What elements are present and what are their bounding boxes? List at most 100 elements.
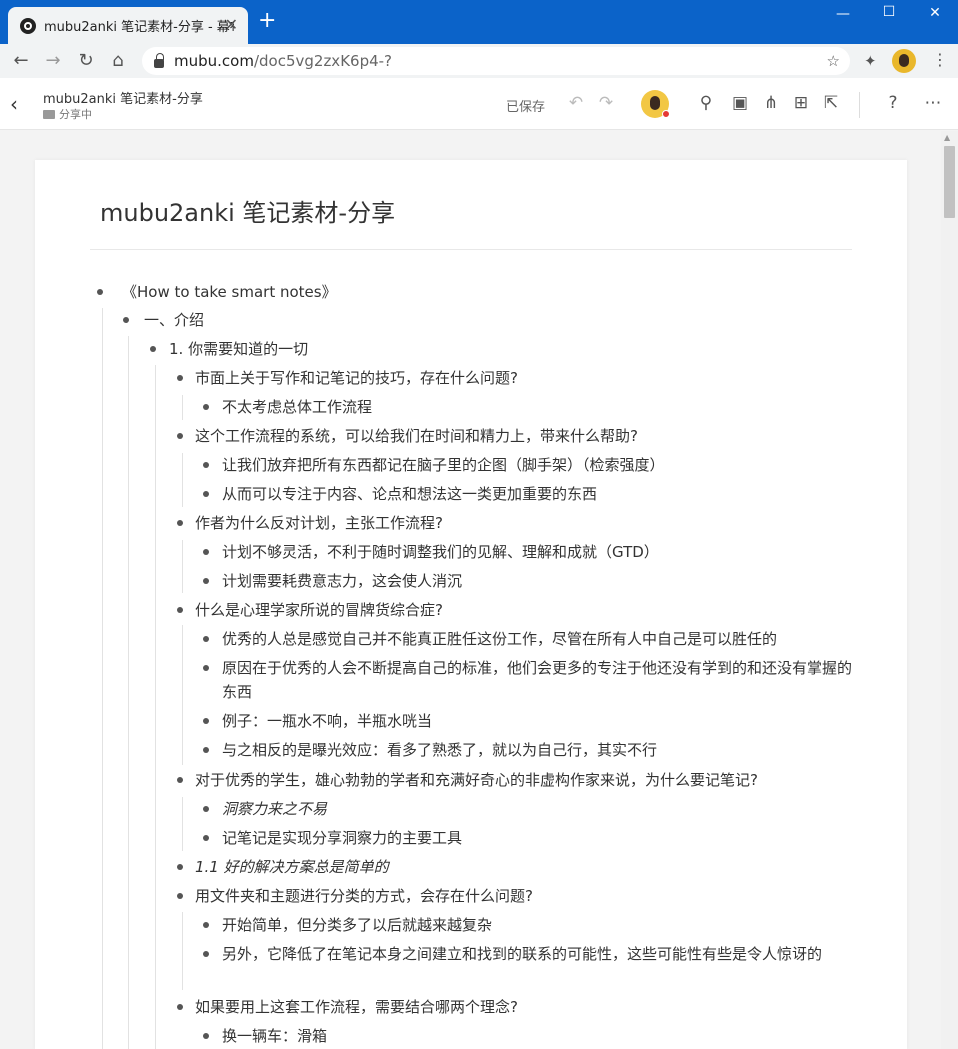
list-item-text: 换一辆车：滑箱: [222, 1027, 328, 1045]
bullet[interactable]: [203, 951, 209, 957]
doc-title: mubu2anki 笔记素材-分享: [43, 92, 203, 107]
bullet[interactable]: [203, 747, 209, 753]
minimize-icon[interactable]: —: [828, 6, 858, 22]
bullet[interactable]: [203, 922, 209, 928]
bullet[interactable]: [177, 607, 183, 613]
app-header: ‹ mubu2anki 笔记素材-分享 分享中 已保存 ↶ ↷ ⚲ ▣ ⋔ ⊞ …: [0, 78, 958, 130]
bullet[interactable]: [203, 462, 209, 468]
list-item[interactable]: 记笔记是实现分享洞察力的主要工具: [222, 826, 462, 850]
bullet[interactable]: [203, 404, 209, 410]
bullet[interactable]: [203, 835, 209, 841]
list-item[interactable]: 优秀的人总是感觉自己并不能真正胜任这份工作，尽管在所有人中自己是可以胜任的: [222, 627, 777, 651]
list-item-text: 记笔记是实现分享洞察力的主要工具: [222, 829, 463, 847]
list-item[interactable]: 另外，它降低了在笔记本身之间建立和找到的联系的可能性，这些可能性有些是令人惊讶的: [222, 942, 862, 966]
avatar[interactable]: [641, 90, 670, 118]
search-icon[interactable]: ⚲: [695, 93, 717, 113]
list-item-text: 不太考虑总体工作流程: [222, 398, 373, 416]
avatar[interactable]: [892, 49, 916, 73]
scrollbar-thumb[interactable]: [944, 146, 955, 218]
list-item-text: 例子：一瓶水不响，半瓶水咣当: [222, 712, 433, 730]
bullet[interactable]: [203, 718, 209, 724]
window-close-icon[interactable]: ✕: [920, 5, 950, 21]
list-item[interactable]: 换一辆车：滑箱: [222, 1024, 327, 1048]
list-item[interactable]: 例子：一瓶水不响，半瓶水咣当: [222, 709, 432, 733]
bullet[interactable]: [177, 777, 183, 783]
list-item[interactable]: 原因在于优秀的人会不断提高自己的标准，他们会更多的专注于他还没有学到的和还没有掌…: [222, 656, 862, 704]
scrollbar[interactable]: [941, 131, 958, 1049]
list-item[interactable]: 如果要用上这套工作流程，需要结合哪两个理念?: [195, 995, 518, 1019]
list-item[interactable]: 不太考虑总体工作流程: [222, 395, 372, 419]
list-item[interactable]: 市面上关于写作和记笔记的技巧，存在什么问题?: [195, 366, 518, 390]
menu-dots-icon[interactable]: ⋮: [932, 50, 948, 69]
list-item[interactable]: 1. 你需要知道的一切: [169, 337, 308, 361]
bullet[interactable]: [203, 665, 209, 671]
bullet[interactable]: [203, 806, 209, 812]
scroll-up-icon[interactable]: ▲: [944, 133, 950, 142]
list-item[interactable]: 计划不够灵活，不利于随时调整我们的见解、理解和成就（GTD）: [222, 540, 659, 564]
list-item-text: 对于优秀的学生，雄心勃勃的学者和充满好奇心的非虚构作家来说，为什么要记笔记?: [195, 771, 758, 789]
bullet[interactable]: [177, 375, 183, 381]
list-item-text: 如果要用上这套工作流程，需要结合哪两个理念?: [195, 998, 518, 1016]
forward-arrow-icon[interactable]: →: [41, 50, 65, 71]
bullet[interactable]: [177, 864, 183, 870]
list-item[interactable]: 1.1 好的解决方案总是简单的: [195, 855, 389, 879]
list-item[interactable]: 作者为什么反对计划，主张工作流程?: [195, 511, 443, 535]
list-item[interactable]: 对于优秀的学生，雄心勃勃的学者和充满好奇心的非虚构作家来说，为什么要记笔记?: [195, 768, 758, 792]
list-item[interactable]: 这个工作流程的系统，可以给我们在时间和精力上，带来什么帮助?: [195, 424, 638, 448]
more-icon[interactable]: ⋯: [922, 93, 944, 113]
list-item[interactable]: 什么是心理学家所说的冒牌货综合症?: [195, 598, 443, 622]
url-path: /doc5vg2zxK6p4-?: [253, 52, 393, 70]
extensions-icon[interactable]: ✦: [864, 52, 877, 70]
save-status: 已保存: [506, 100, 546, 115]
home-icon[interactable]: ⌂: [106, 50, 130, 71]
bullet[interactable]: [203, 549, 209, 555]
close-icon[interactable]: ✕: [225, 15, 238, 34]
list-item[interactable]: 《How to take smart notes》: [122, 280, 337, 304]
back-arrow-icon[interactable]: ←: [9, 50, 33, 71]
list-item[interactable]: 用文件夹和主题进行分类的方式，会存在什么问题?: [195, 884, 533, 908]
structure-icon[interactable]: ⊞: [790, 93, 812, 113]
bullet[interactable]: [123, 317, 129, 323]
list-item[interactable]: 让我们放弃把所有东西都记在脑子里的企图（脚手架）（检索强度）: [222, 453, 665, 477]
address-bar[interactable]: mubu.com/doc5vg2zxK6p4-? ☆: [142, 47, 850, 75]
bullet[interactable]: [97, 289, 103, 295]
bullet[interactable]: [203, 636, 209, 642]
list-item[interactable]: 从而可以专注于内容、论点和想法这一类更加重要的东西: [222, 482, 597, 506]
bullet[interactable]: [203, 1033, 209, 1039]
export-icon[interactable]: ⇱: [820, 93, 842, 113]
redo-icon[interactable]: ↷: [595, 93, 617, 113]
help-icon[interactable]: ?: [882, 93, 904, 113]
star-icon[interactable]: ☆: [827, 52, 840, 70]
mindmap-icon[interactable]: ⋔: [760, 93, 782, 113]
bullet[interactable]: [177, 433, 183, 439]
tab-title: mubu2anki 笔记素材-分享 - 幕布: [44, 20, 234, 35]
list-item[interactable]: 一、介绍: [144, 308, 204, 332]
mubu-logo-icon: [20, 17, 36, 34]
list-item[interactable]: 洞察力来之不易: [222, 797, 327, 821]
list-item[interactable]: 与之相反的是曝光效应：看多了熟悉了，就以为自己行，其实不行: [222, 738, 657, 762]
bullet[interactable]: [177, 520, 183, 526]
plus-icon[interactable]: +: [258, 10, 276, 32]
list-item-text: 一、介绍: [144, 311, 205, 329]
list-item-text: 从而可以专注于内容、论点和想法这一类更加重要的东西: [222, 485, 598, 503]
bullet[interactable]: [203, 578, 209, 584]
undo-icon[interactable]: ↶: [565, 93, 587, 113]
bullet[interactable]: [150, 346, 156, 352]
list-item-text: 让我们放弃把所有东西都记在脑子里的企图（脚手架）（检索强度）: [222, 456, 665, 474]
reload-icon[interactable]: ↻: [74, 50, 98, 71]
list-item-text: 这个工作流程的系统，可以给我们在时间和精力上，带来什么帮助?: [195, 427, 638, 445]
share-status: 分享中: [43, 106, 92, 122]
list-item-text: 《How to take smart notes》: [122, 283, 337, 301]
share-status-label: 分享中: [59, 108, 92, 121]
list-item[interactable]: 计划需要耗费意志力，这会使人消沉: [222, 569, 462, 593]
browser-tab[interactable]: mubu2anki 笔记素材-分享 - 幕布 ✕: [8, 7, 248, 44]
list-item[interactable]: 开始简单，但分类多了以后就越来越复杂: [222, 913, 492, 937]
page-title[interactable]: mubu2anki 笔记素材-分享: [100, 193, 395, 228]
bullet[interactable]: [203, 491, 209, 497]
maximize-icon[interactable]: ☐: [874, 4, 904, 20]
bullet[interactable]: [177, 1004, 183, 1010]
back-arrow-icon[interactable]: ‹: [10, 92, 18, 116]
bullet[interactable]: [177, 893, 183, 899]
presentation-icon[interactable]: ▣: [729, 93, 751, 113]
outline-guide: [182, 797, 183, 851]
